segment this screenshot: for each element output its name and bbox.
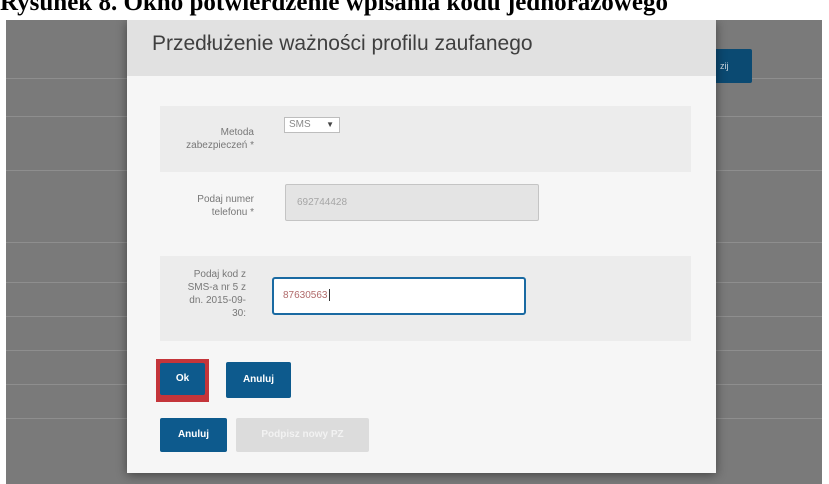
sign-new-pz-button: Podpisz nowy PZ (236, 418, 369, 452)
method-select[interactable]: SMS ▼ (284, 117, 340, 133)
sms-code-input[interactable]: 87630563 (272, 277, 526, 315)
phone-input: 692744428 (285, 184, 539, 221)
code-label: Podaj kod z SMS-a nr 5 z dn. 2015-09-30: (187, 269, 246, 319)
method-row: Metoda zabezpieczeń * SMS ▼ (160, 106, 691, 172)
app-screenshot: zij Przedłużenie ważności profilu zaufan… (6, 20, 822, 484)
cancel-button-secondary[interactable]: Anuluj (160, 418, 227, 452)
method-label: Metoda zabezpieczeń * (186, 127, 254, 151)
phone-label: Podaj numer telefonu * (197, 194, 254, 218)
dropdown-arrow-icon: ▼ (326, 120, 334, 129)
ok-button[interactable]: Ok (160, 363, 205, 395)
background-action-button[interactable]: zij (714, 49, 752, 83)
method-select-value: SMS (289, 119, 311, 130)
ok-highlight-frame: Ok (156, 359, 209, 402)
extend-profile-dialog: Przedłużenie ważności profilu zaufanego … (127, 20, 716, 473)
dialog-header: Przedłużenie ważności profilu zaufanego (127, 20, 716, 76)
dialog-title: Przedłużenie ważności profilu zaufanego (152, 32, 533, 55)
figure-caption: Rysunek 8. Okno potwierdzenie wpisania k… (0, 0, 668, 16)
sms-code-value: 87630563 (283, 290, 328, 301)
phone-row: Podaj numer telefonu * 692744428 (160, 180, 691, 240)
text-caret (328, 289, 330, 302)
cancel-button[interactable]: Anuluj (226, 362, 291, 398)
code-row: Podaj kod z SMS-a nr 5 z dn. 2015-09-30:… (160, 256, 691, 341)
